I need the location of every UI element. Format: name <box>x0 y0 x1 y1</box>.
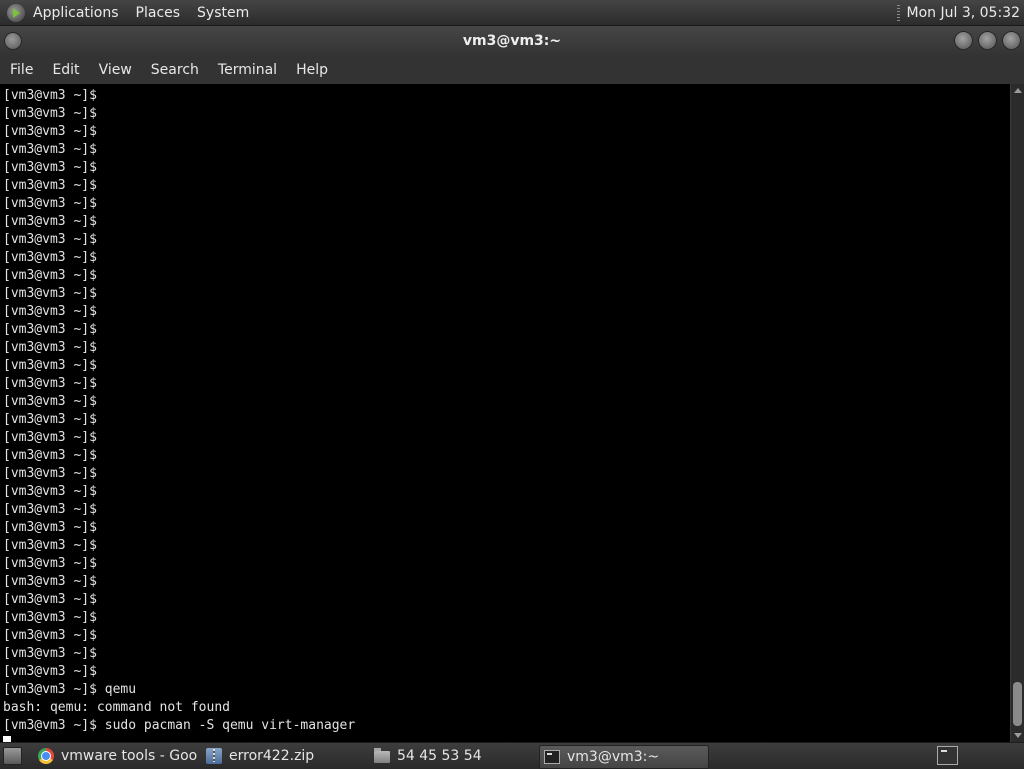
scroll-down-arrow-icon[interactable] <box>1014 733 1022 738</box>
applications-menu[interactable]: Applications <box>33 5 119 21</box>
system-menu[interactable]: System <box>197 5 249 21</box>
terminal-line: [vm3@vm3 ~]$ <box>3 376 97 391</box>
terminal-line: [vm3@vm3 ~]$ <box>3 592 97 607</box>
terminal-line: [vm3@vm3 ~]$ <box>3 178 97 193</box>
places-menu[interactable]: Places <box>136 5 181 21</box>
panel-handle-icon[interactable] <box>896 4 900 21</box>
task-label: vmware tools - Goo... <box>61 748 198 764</box>
window-title: vm3@vm3:~ <box>462 33 562 49</box>
terminal-line: bash: qemu: command not found <box>3 700 230 715</box>
tray-terminal-icon[interactable] <box>937 746 958 765</box>
terminal-line: [vm3@vm3 ~]$ <box>3 268 97 283</box>
window-menu-icon[interactable] <box>4 32 22 50</box>
task-label: 54 45 53 54 <box>397 748 482 764</box>
window-titlebar[interactable]: vm3@vm3:~ <box>0 26 1024 56</box>
terminal-line: [vm3@vm3 ~]$ <box>3 124 97 139</box>
window-controls <box>954 31 1021 50</box>
menu-help[interactable]: Help <box>286 62 337 78</box>
terminal-line: [vm3@vm3 ~]$ sudo pacman -S qemu virt-ma… <box>3 718 356 733</box>
terminal-line: [vm3@vm3 ~]$ <box>3 412 97 427</box>
close-icon[interactable] <box>1002 31 1021 50</box>
terminal-menubar: File Edit View Search Terminal Help <box>0 56 1024 84</box>
terminal-line: [vm3@vm3 ~]$ <box>3 448 97 463</box>
terminal-line: [vm3@vm3 ~]$ <box>3 628 97 643</box>
menu-search[interactable]: Search <box>141 62 208 78</box>
terminal-scrollbar[interactable] <box>1010 84 1024 742</box>
archive-icon <box>206 748 222 764</box>
scroll-up-arrow-icon[interactable] <box>1014 88 1022 93</box>
terminal-line: [vm3@vm3 ~]$ <box>3 286 97 301</box>
menu-file[interactable]: File <box>0 62 42 78</box>
terminal-line: [vm3@vm3 ~]$ <box>3 538 97 553</box>
terminal-lines: [vm3@vm3 ~]$ [vm3@vm3 ~]$ [vm3@vm3 ~]$ [vm3… <box>3 87 355 742</box>
terminal-line: [vm3@vm3 ~]$ <box>3 304 97 319</box>
applications-logo-icon[interactable] <box>7 3 25 22</box>
terminal-line: [vm3@vm3 ~]$ <box>3 214 97 229</box>
top-panel: Applications Places System Mon Jul 3, 05… <box>0 0 1024 26</box>
top-panel-right: Mon Jul 3, 05:32 <box>896 4 1024 21</box>
menu-edit[interactable]: Edit <box>42 62 88 78</box>
terminal-line: [vm3@vm3 ~]$ <box>3 466 97 481</box>
show-desktop-icon[interactable] <box>3 747 22 765</box>
terminal-line: [vm3@vm3 ~]$ <box>3 394 97 409</box>
chrome-icon <box>38 748 54 764</box>
terminal-line: [vm3@vm3 ~]$ <box>3 646 97 661</box>
terminal-line: [vm3@vm3 ~]$ <box>3 484 97 499</box>
task-chrome-window[interactable]: vmware tools - Goo... <box>38 745 198 767</box>
menu-terminal[interactable]: Terminal <box>208 62 286 78</box>
minimize-icon[interactable] <box>954 31 973 50</box>
terminal-icon <box>544 750 560 764</box>
task-label: error422.zip <box>229 748 315 764</box>
terminal-line: [vm3@vm3 ~]$ <box>3 520 97 535</box>
clock[interactable]: Mon Jul 3, 05:32 <box>907 5 1020 21</box>
scroll-thumb[interactable] <box>1013 682 1022 726</box>
terminal-line: [vm3@vm3 ~]$ <box>3 574 97 589</box>
terminal-line: [vm3@vm3 ~]$ <box>3 556 97 571</box>
terminal-line: [vm3@vm3 ~]$ <box>3 250 97 265</box>
terminal-line: [vm3@vm3 ~]$ <box>3 610 97 625</box>
terminal-line: [vm3@vm3 ~]$ <box>3 340 97 355</box>
task-label: vm3@vm3:~ <box>567 749 660 765</box>
task-terminal-window[interactable]: vm3@vm3:~ <box>539 745 709 769</box>
terminal-line: [vm3@vm3 ~]$ <box>3 430 97 445</box>
terminal-line: [vm3@vm3 ~]$ <box>3 502 97 517</box>
task-archive-window[interactable]: error422.zip <box>206 745 366 767</box>
terminal-line: [vm3@vm3 ~]$ qemu <box>3 682 137 697</box>
folder-icon <box>374 748 390 763</box>
terminal-line: [vm3@vm3 ~]$ <box>3 196 97 211</box>
terminal-output[interactable]: [vm3@vm3 ~]$ [vm3@vm3 ~]$ [vm3@vm3 ~]$ [vm3… <box>0 84 1010 742</box>
menu-view[interactable]: View <box>89 62 141 78</box>
terminal-line: [vm3@vm3 ~]$ <box>3 142 97 157</box>
task-folder-window[interactable]: 54 45 53 54 <box>374 745 534 767</box>
bottom-panel: vmware tools - Goo... error422.zip 54 45… <box>0 742 1024 769</box>
terminal-line: [vm3@vm3 ~]$ <box>3 232 97 247</box>
terminal-line: [vm3@vm3 ~]$ <box>3 106 97 121</box>
maximize-icon[interactable] <box>978 31 997 50</box>
terminal-line: [vm3@vm3 ~]$ <box>3 88 97 103</box>
terminal-line: [vm3@vm3 ~]$ <box>3 664 97 679</box>
terminal-line: [vm3@vm3 ~]$ <box>3 160 97 175</box>
terminal-line: [vm3@vm3 ~]$ <box>3 358 97 373</box>
terminal-line: [vm3@vm3 ~]$ <box>3 322 97 337</box>
